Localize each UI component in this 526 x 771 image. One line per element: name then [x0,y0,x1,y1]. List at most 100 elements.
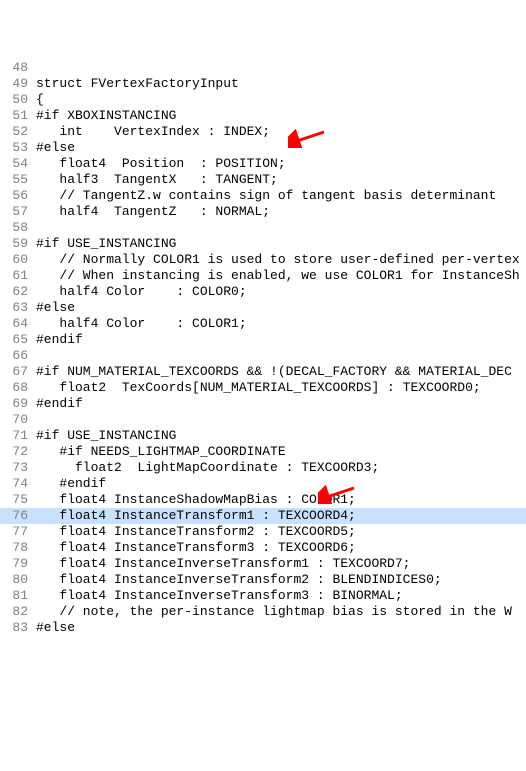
code-line[interactable]: 73 float2 LightMapCoordinate : TEXCOORD3… [0,460,526,476]
line-number: 72 [0,444,36,460]
code-text[interactable]: #endif [36,396,526,412]
code-text[interactable]: float4 InstanceShadowMapBias : COLOR1; [36,492,526,508]
code-text[interactable]: #endif [36,476,526,492]
code-line[interactable]: 76 float4 InstanceTransform1 : TEXCOORD4… [0,508,526,524]
line-number: 48 [0,60,36,76]
code-line[interactable]: 78 float4 InstanceTransform3 : TEXCOORD6… [0,540,526,556]
code-line[interactable]: 71#if USE_INSTANCING [0,428,526,444]
code-line[interactable]: 77 float4 InstanceTransform2 : TEXCOORD5… [0,524,526,540]
code-text[interactable]: #if USE_INSTANCING [36,428,526,444]
code-text[interactable]: // Normally COLOR1 is used to store user… [36,252,526,268]
line-number: 75 [0,492,36,508]
code-line[interactable]: 63#else [0,300,526,316]
code-line[interactable]: 61 // When instancing is enabled, we use… [0,268,526,284]
code-text[interactable]: #else [36,620,526,636]
code-text[interactable]: half4 Color : COLOR1; [36,316,526,332]
code-text[interactable]: // note, the per-instance lightmap bias … [36,604,526,620]
code-line[interactable]: 60 // Normally COLOR1 is used to store u… [0,252,526,268]
code-line[interactable]: 54 float4 Position : POSITION; [0,156,526,172]
code-text[interactable]: float4 Position : POSITION; [36,156,526,172]
line-number: 62 [0,284,36,300]
code-text[interactable]: #if USE_INSTANCING [36,236,526,252]
line-number: 54 [0,156,36,172]
code-line[interactable]: 65#endif [0,332,526,348]
line-number: 58 [0,220,36,236]
code-line[interactable]: 68 float2 TexCoords[NUM_MATERIAL_TEXCOOR… [0,380,526,396]
line-number: 65 [0,332,36,348]
line-number: 77 [0,524,36,540]
line-number: 80 [0,572,36,588]
line-number: 49 [0,76,36,92]
code-text[interactable]: half3 TangentX : TANGENT; [36,172,526,188]
line-number: 57 [0,204,36,220]
code-text[interactable]: float4 InstanceTransform1 : TEXCOORD4; [36,508,526,524]
code-text[interactable]: half4 TangentZ : NORMAL; [36,204,526,220]
code-line[interactable]: 72 #if NEEDS_LIGHTMAP_COORDINATE [0,444,526,460]
code-line[interactable]: 51#if XBOXINSTANCING [0,108,526,124]
line-number: 52 [0,124,36,140]
code-line[interactable]: 62 half4 Color : COLOR0; [0,284,526,300]
code-line[interactable]: 48 [0,60,526,76]
line-number: 66 [0,348,36,364]
line-number: 68 [0,380,36,396]
line-number: 63 [0,300,36,316]
code-text[interactable]: #else [36,140,526,156]
code-line[interactable]: 69#endif [0,396,526,412]
line-number: 61 [0,268,36,284]
code-line[interactable]: 70 [0,412,526,428]
code-text[interactable]: #if NUM_MATERIAL_TEXCOORDS && !(DECAL_FA… [36,364,526,380]
code-line[interactable]: 79 float4 InstanceInverseTransform1 : TE… [0,556,526,572]
code-text[interactable]: { [36,92,526,108]
line-number: 74 [0,476,36,492]
code-text[interactable]: int VertexIndex : INDEX; [36,124,526,140]
code-text[interactable]: float4 InstanceInverseTransform1 : TEXCO… [36,556,526,572]
line-number: 79 [0,556,36,572]
code-text[interactable]: #if XBOXINSTANCING [36,108,526,124]
code-line[interactable]: 66 [0,348,526,364]
code-line[interactable]: 50{ [0,92,526,108]
code-line[interactable]: 52 int VertexIndex : INDEX; [0,124,526,140]
code-line[interactable]: 55 half3 TangentX : TANGENT; [0,172,526,188]
line-number: 59 [0,236,36,252]
line-number: 51 [0,108,36,124]
line-number: 55 [0,172,36,188]
code-text[interactable]: // When instancing is enabled, we use CO… [36,268,526,284]
code-text[interactable]: float4 InstanceTransform2 : TEXCOORD5; [36,524,526,540]
line-number: 50 [0,92,36,108]
code-text[interactable]: #if NEEDS_LIGHTMAP_COORDINATE [36,444,526,460]
code-text[interactable]: half4 Color : COLOR0; [36,284,526,300]
code-text[interactable]: #endif [36,332,526,348]
line-number: 60 [0,252,36,268]
code-editor[interactable]: 4849struct FVertexFactoryInput50{51#if X… [0,60,526,636]
line-number: 76 [0,508,36,524]
code-line[interactable]: 75 float4 InstanceShadowMapBias : COLOR1… [0,492,526,508]
code-text[interactable]: // TangentZ.w contains sign of tangent b… [36,188,526,204]
code-line[interactable]: 57 half4 TangentZ : NORMAL; [0,204,526,220]
code-line[interactable]: 82 // note, the per-instance lightmap bi… [0,604,526,620]
code-line[interactable]: 81 float4 InstanceInverseTransform3 : BI… [0,588,526,604]
code-text[interactable]: float4 InstanceInverseTransform3 : BINOR… [36,588,526,604]
code-line[interactable]: 58 [0,220,526,236]
line-number: 82 [0,604,36,620]
code-line[interactable]: 59#if USE_INSTANCING [0,236,526,252]
code-text[interactable]: struct FVertexFactoryInput [36,76,526,92]
line-number: 81 [0,588,36,604]
code-line[interactable]: 56 // TangentZ.w contains sign of tangen… [0,188,526,204]
code-line[interactable]: 83#else [0,620,526,636]
code-text[interactable]: float2 LightMapCoordinate : TEXCOORD3; [36,460,526,476]
line-number: 71 [0,428,36,444]
code-line[interactable]: 74 #endif [0,476,526,492]
code-line[interactable]: 49struct FVertexFactoryInput [0,76,526,92]
code-text[interactable]: float2 TexCoords[NUM_MATERIAL_TEXCOORDS]… [36,380,526,396]
code-line[interactable]: 80 float4 InstanceInverseTransform2 : BL… [0,572,526,588]
line-number: 78 [0,540,36,556]
code-line[interactable]: 67#if NUM_MATERIAL_TEXCOORDS && !(DECAL_… [0,364,526,380]
line-number: 64 [0,316,36,332]
code-line[interactable]: 64 half4 Color : COLOR1; [0,316,526,332]
code-text[interactable]: float4 InstanceInverseTransform2 : BLEND… [36,572,526,588]
code-line[interactable]: 53#else [0,140,526,156]
line-number: 69 [0,396,36,412]
code-text[interactable]: #else [36,300,526,316]
code-text[interactable]: float4 InstanceTransform3 : TEXCOORD6; [36,540,526,556]
line-number: 53 [0,140,36,156]
